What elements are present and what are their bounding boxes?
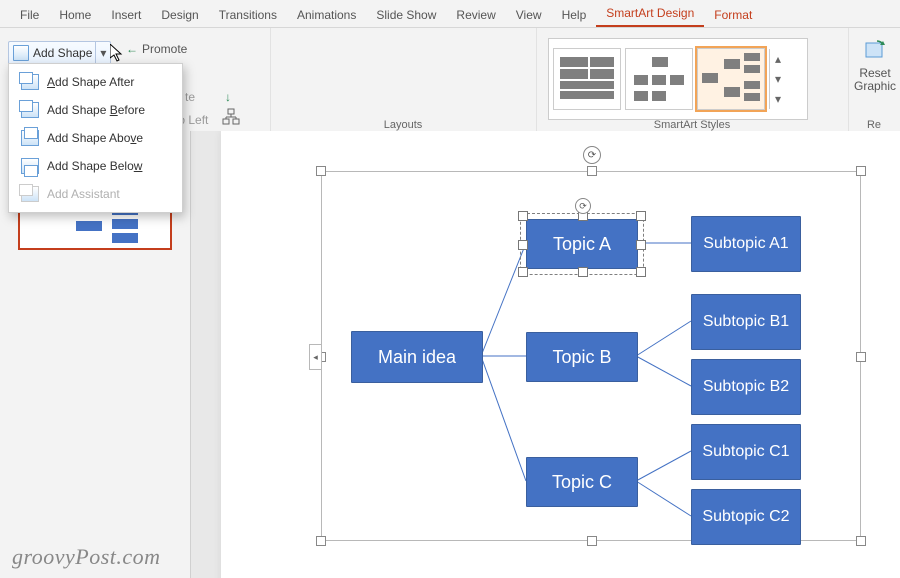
node-handle[interactable]	[518, 240, 528, 250]
node-handle[interactable]	[518, 211, 528, 221]
resize-handle-bm[interactable]	[587, 536, 597, 546]
node-handle[interactable]	[636, 240, 646, 250]
add-shape-after-icon	[21, 74, 39, 90]
add-assistant-icon	[21, 186, 39, 202]
group-layouts: ▴▾▾ Layouts	[270, 28, 537, 132]
cursor-icon	[110, 44, 126, 64]
reset-icon	[863, 40, 887, 62]
resize-handle-tl[interactable]	[316, 166, 326, 176]
tab-design[interactable]: Design	[151, 3, 208, 27]
tab-file[interactable]: File	[10, 3, 49, 27]
node-topic-b[interactable]: Topic B	[526, 332, 638, 382]
add-shape-above-icon	[21, 130, 39, 146]
node-handle[interactable]	[578, 267, 588, 277]
rotate-handle[interactable]: ⟳	[583, 146, 601, 164]
arrow-left-icon: ←	[126, 42, 138, 56]
tab-transitions[interactable]: Transitions	[209, 3, 287, 27]
reset-group-label: Re	[848, 119, 900, 131]
smartart-container[interactable]: ⟳ ◂	[321, 171, 861, 541]
org-layout-icon	[222, 108, 240, 126]
menu-before-label: Add Shape Before	[47, 103, 145, 117]
reset-label: Reset Graphic	[854, 67, 896, 93]
menu-above-label: Add Shape Above	[47, 131, 143, 145]
add-shape-icon	[13, 45, 29, 61]
node-subtopic-b2[interactable]: Subtopic B2	[691, 359, 801, 415]
tab-animations[interactable]: Animations	[287, 3, 366, 27]
tab-format[interactable]: Format	[704, 3, 762, 27]
text-pane-toggle[interactable]: ◂	[309, 344, 322, 370]
resize-handle-tr[interactable]	[856, 166, 866, 176]
styles-group-label: SmartArt Styles	[536, 119, 848, 131]
node-handle[interactable]	[636, 211, 646, 221]
node-topic-a-label: Topic A	[553, 234, 611, 255]
add-shape-below-icon	[21, 158, 39, 174]
menu-add-shape-before[interactable]: Add Shape Before	[9, 96, 182, 124]
menu-add-shape-after[interactable]: Add Shape After	[9, 68, 182, 96]
node-handle[interactable]	[636, 267, 646, 277]
reset-graphic-button[interactable]: Reset Graphic	[854, 40, 896, 93]
resize-handle-tm[interactable]	[587, 166, 597, 176]
node-handle[interactable]	[518, 267, 528, 277]
promote-label: Promote	[142, 42, 187, 56]
tab-slideshow[interactable]: Slide Show	[366, 3, 446, 27]
add-shape-dropdown-caret[interactable]: ▾	[95, 42, 110, 64]
tab-help[interactable]: Help	[552, 3, 597, 27]
slide: ⟳ ◂	[221, 131, 900, 578]
tab-review[interactable]: Review	[446, 3, 505, 27]
tab-smartart-design[interactable]: SmartArt Design	[596, 1, 704, 27]
layouts-group-label: Layouts	[270, 119, 536, 131]
move-down-button[interactable]: ↓	[225, 90, 231, 104]
node-rotate-handle[interactable]: ⟳	[575, 198, 591, 214]
tab-insert[interactable]: Insert	[101, 3, 151, 27]
node-main-idea[interactable]: Main idea	[351, 331, 483, 383]
node-topic-c[interactable]: Topic C	[526, 457, 638, 507]
add-shape-split-button[interactable]: Add Shape ▾	[8, 41, 111, 65]
ribbon-tabs: File Home Insert Design Transitions Anim…	[0, 0, 900, 28]
add-shape-label: Add Shape	[33, 46, 95, 60]
layout-icon[interactable]	[222, 108, 240, 126]
watermark: groovyPost.com	[12, 544, 161, 570]
resize-handle-mr[interactable]	[856, 352, 866, 362]
resize-handle-bl[interactable]	[316, 536, 326, 546]
ribbon: Add Shape ▾ ← Promote te to Left ↓	[0, 28, 900, 133]
tab-home[interactable]: Home	[49, 3, 101, 27]
add-shape-before-icon	[21, 102, 39, 118]
menu-after-label: Add Shape After	[47, 75, 134, 89]
demote-te-fragment: te	[185, 90, 195, 104]
menu-add-assistant: Add Assistant	[9, 180, 182, 208]
node-subtopic-c1[interactable]: Subtopic C1	[691, 424, 801, 480]
menu-assistant-label: Add Assistant	[47, 187, 120, 201]
menu-add-shape-above[interactable]: Add Shape Above	[9, 124, 182, 152]
resize-handle-br[interactable]	[856, 536, 866, 546]
arrow-down-icon: ↓	[225, 90, 231, 104]
slide-stage[interactable]: ⟳ ◂	[191, 131, 900, 578]
group-smartart-styles: Change Colors ▾ ▴▾▾ SmartArt Styles	[536, 28, 849, 132]
node-subtopic-b1[interactable]: Subtopic B1	[691, 294, 801, 350]
menu-below-label: Add Shape Below	[47, 159, 142, 173]
node-topic-a[interactable]: Topic A ⟳	[526, 219, 638, 269]
group-reset: Reset Graphic Re	[848, 28, 900, 132]
add-shape-dropdown-menu: Add Shape After Add Shape Before Add Sha…	[8, 63, 183, 213]
menu-add-shape-below[interactable]: Add Shape Below	[9, 152, 182, 180]
app-window: File Home Insert Design Transitions Anim…	[0, 0, 900, 578]
node-subtopic-c2[interactable]: Subtopic C2	[691, 489, 801, 545]
tab-view[interactable]: View	[506, 3, 552, 27]
promote-button[interactable]: ← Promote	[126, 42, 187, 56]
node-subtopic-a1[interactable]: Subtopic A1	[691, 216, 801, 272]
